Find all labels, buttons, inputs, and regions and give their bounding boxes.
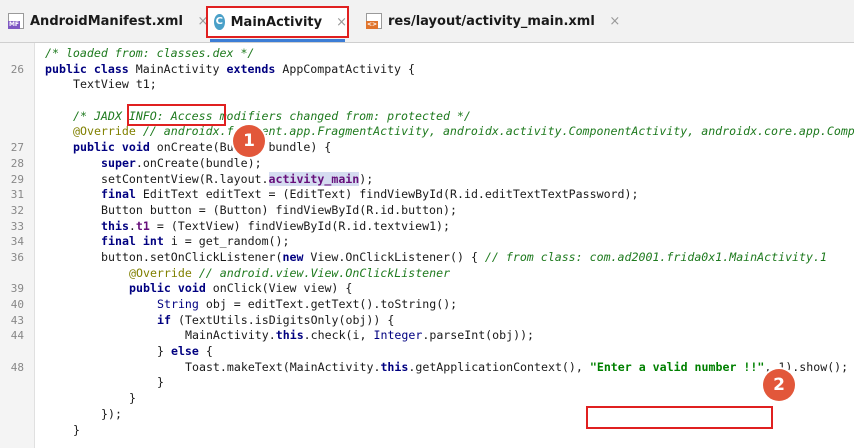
code-line[interactable]: 33 this.t1 = (TextView) findViewById(R.id… <box>0 219 854 235</box>
code-line[interactable]: 34 final int i = get_random(); <box>0 234 854 250</box>
code-text: String obj = editText.getText().toString… <box>157 297 458 311</box>
close-icon[interactable]: × <box>336 15 347 30</box>
code-line[interactable]: } <box>0 375 854 391</box>
code-text: super.onCreate(bundle); <box>101 155 262 170</box>
code-editor[interactable]: /* loaded from: classes.dex */ 26 public c… <box>0 43 854 448</box>
code-line[interactable]: 29 setContentView(R.layout.activity_main)… <box>0 171 854 188</box>
code-line[interactable]: 36 button.setOnClickListener(new View.OnC… <box>0 250 854 266</box>
code-text: public void onClick(View view) { <box>129 281 353 296</box>
code-text: MainActivity.this.check(i, Integer.parse… <box>185 328 535 343</box>
line-number: 28 <box>10 156 24 170</box>
line-number: 33 <box>10 219 24 233</box>
code-text: } <box>73 422 80 437</box>
xml-file-icon: <> <box>366 13 382 29</box>
code-line[interactable]: 32 Button button = (Button) findViewById(… <box>0 203 854 219</box>
line-number: 29 <box>10 172 24 186</box>
code-text: final EditText editText = (EditText) fin… <box>101 187 639 202</box>
xml-icon-badge: <> <box>366 21 378 29</box>
code-line[interactable]: } <box>0 423 854 439</box>
callout-badge-1: 1 <box>233 125 265 157</box>
code-line[interactable]: 27 public void onCreate(Bundle bundle) { <box>0 140 854 156</box>
line-number: 31 <box>10 188 24 202</box>
code-line[interactable]: 31 final EditText editText = (EditText) f… <box>0 187 854 203</box>
code-text: /* JADX INFO: Access modifiers changed f… <box>73 108 471 123</box>
editor-tab-bar: MF AndroidManifest.xml × C MainActivity … <box>0 0 854 43</box>
code-text: this.t1 = (TextView) findViewById(R.id.t… <box>101 218 451 233</box>
code-text: }); <box>101 406 122 421</box>
code-text: } <box>157 375 164 390</box>
code-line[interactable]: @Override // androidx.fragment.app.Fragm… <box>0 124 854 140</box>
tab-label: AndroidManifest.xml <box>30 13 183 29</box>
code-text: setContentView(R.layout.activity_main); <box>101 171 374 186</box>
code-text: if (TextUtils.isDigitsOnly(obj)) { <box>157 312 395 327</box>
tab-label: MainActivity <box>230 14 323 30</box>
line-number: 26 <box>10 62 24 76</box>
code-line[interactable]: } else { <box>0 344 854 360</box>
manifest-icon-badge: MF <box>8 21 20 29</box>
code-line[interactable]: 44 MainActivity.this.check(i, Integer.par… <box>0 328 854 344</box>
close-icon[interactable]: × <box>609 14 621 29</box>
code-text: Button button = (Button) findViewById(R.… <box>101 202 457 217</box>
code-line[interactable]: } <box>0 391 854 407</box>
class-file-icon: C <box>214 14 225 30</box>
code-text: final int i = get_random(); <box>101 234 290 249</box>
tab-main-activity[interactable]: C MainActivity × <box>206 6 349 42</box>
line-number: 48 <box>10 360 24 374</box>
code-line[interactable]: 40 String obj = editText.getText().toStri… <box>0 297 854 313</box>
code-line[interactable]: /* loaded from: classes.dex */ <box>0 46 854 62</box>
code-line[interactable]: @Override // android.view.View.OnClickLi… <box>0 266 854 282</box>
code-line[interactable]: 48 Toast.makeText(MainActivity.this.getAp… <box>0 360 854 376</box>
code-line[interactable]: 43 if (TextUtils.isDigitsOnly(obj)) { <box>0 313 854 329</box>
line-number: 43 <box>10 313 24 327</box>
code-line[interactable]: 39 public void onClick(View view) { <box>0 281 854 297</box>
tab-label: res/layout/activity_main.xml <box>388 13 595 29</box>
line-number: 34 <box>10 235 24 249</box>
code-line[interactable]: 26 public class MainActivity extends AppC… <box>0 62 854 78</box>
code-text: @Override // androidx.fragment.app.Fragm… <box>73 124 854 139</box>
tab-android-manifest[interactable]: MF AndroidManifest.xml × <box>8 4 209 38</box>
callout-badge-2: 2 <box>763 369 795 401</box>
code-line[interactable]: }); <box>0 407 854 423</box>
source-code[interactable]: /* loaded from: classes.dex */ 26 public c… <box>0 46 854 438</box>
code-text: TextView t1; <box>73 77 157 92</box>
code-text: } <box>129 391 136 406</box>
line-number: 39 <box>10 282 24 296</box>
code-line[interactable]: /* JADX INFO: Access modifiers changed f… <box>0 109 854 125</box>
code-text: } else { <box>157 344 213 359</box>
line-number: 44 <box>10 329 24 343</box>
manifest-file-icon: MF <box>8 13 24 29</box>
code-line[interactable]: TextView t1; <box>0 77 854 93</box>
line-number: 40 <box>10 298 24 311</box>
line-number: 36 <box>10 250 24 264</box>
code-text: Toast.makeText(MainActivity.this.getAppl… <box>185 359 849 374</box>
code-text: /* loaded from: classes.dex */ <box>45 46 255 60</box>
line-number: 27 <box>10 141 24 155</box>
code-line[interactable]: 28 super.onCreate(bundle); <box>0 156 854 172</box>
tab-activity-main-xml[interactable]: <> res/layout/activity_main.xml × <box>366 4 621 38</box>
code-text: public class MainActivity extends AppCom… <box>45 61 415 76</box>
code-line[interactable] <box>0 93 854 109</box>
code-text: public void onCreate(Bundle bundle) { <box>73 140 332 155</box>
code-text: @Override // android.view.View.OnClickLi… <box>129 265 451 280</box>
line-number: 32 <box>10 203 24 217</box>
code-text: button.setOnClickListener(new View.OnCli… <box>101 249 827 264</box>
